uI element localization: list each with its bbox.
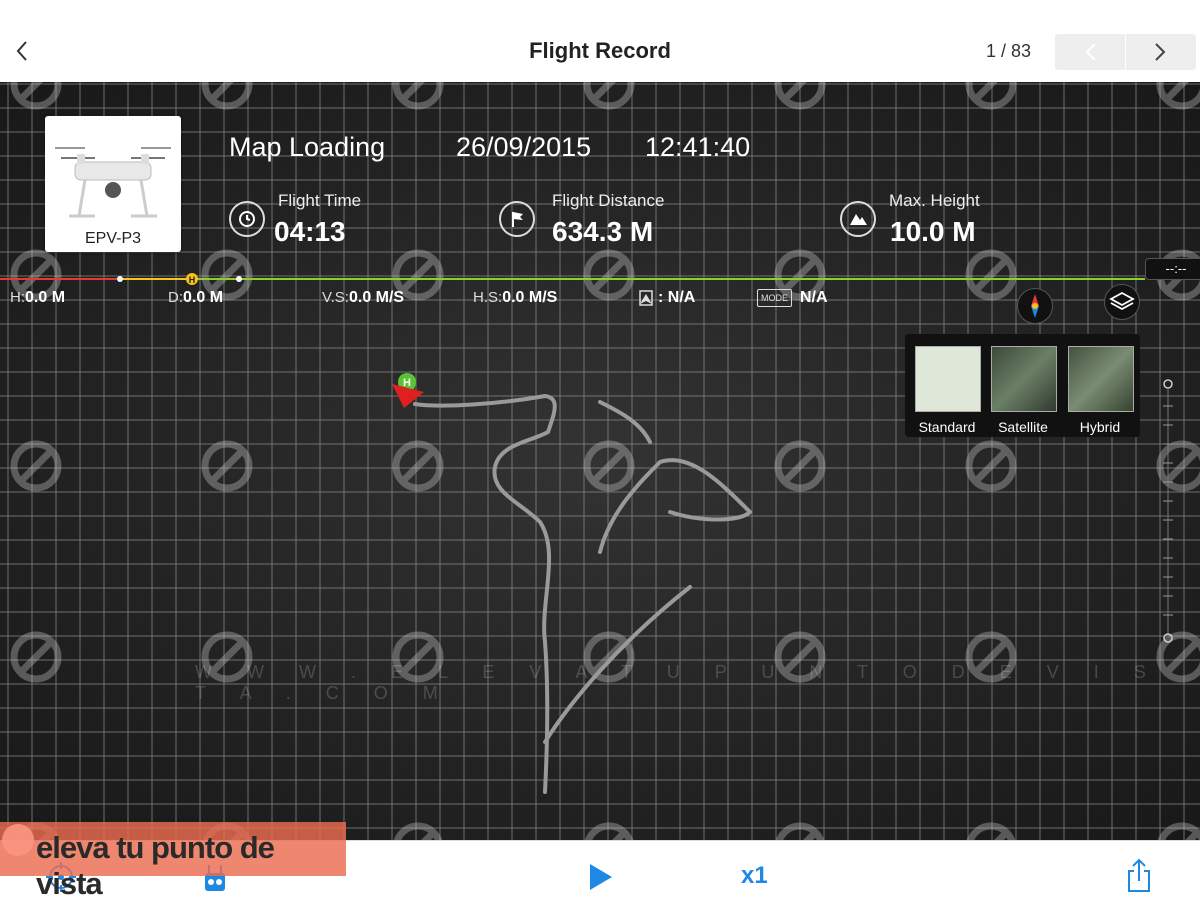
max-height-label: Max. Height xyxy=(889,191,980,210)
horizontal-speed-value: 0.0 M/S xyxy=(502,289,558,306)
playback-speed-button[interactable]: x1 xyxy=(741,862,768,890)
chevron-left-icon xyxy=(1085,43,1096,61)
telemetry-horizontal-speed: H.S:0.0 M/S xyxy=(473,289,557,307)
watermark-logo-text: eleva tu punto de vista xyxy=(36,830,275,901)
share-icon[interactable] xyxy=(1125,857,1153,893)
map-type-popup: Standard Satellite Hybrid xyxy=(905,334,1140,437)
record-nav xyxy=(1055,34,1196,70)
clock-icon xyxy=(229,201,265,237)
flight-distance-value: 634.3 M xyxy=(552,216,654,247)
map-layers-button[interactable] xyxy=(1104,284,1140,320)
mountain-icon xyxy=(840,201,876,237)
horizontal-speed-label: H.S: xyxy=(473,289,503,306)
distance-value: 0.0 M xyxy=(183,289,224,306)
map-type-hybrid-label: Hybrid xyxy=(1079,419,1121,435)
top-bar: Flight Record 1 / 83 xyxy=(0,0,1200,83)
flight-time-label: Flight Time xyxy=(278,191,362,210)
flight-distance-label: Flight Distance xyxy=(552,191,665,210)
telemetry-height: H:0.0 M xyxy=(10,289,65,307)
vertical-speed-label: V.S: xyxy=(322,289,349,306)
record-time: 12:41:40 xyxy=(645,132,751,162)
zoom-slider[interactable] xyxy=(1158,374,1178,644)
flight-path xyxy=(413,393,753,794)
gps-value: : N/A xyxy=(658,289,696,306)
max-height-value: 10.0 M xyxy=(890,216,976,247)
gps-icon xyxy=(639,290,653,306)
logo-dot xyxy=(2,824,34,856)
aircraft-model: EPV-P3 xyxy=(84,230,142,247)
map-type-standard[interactable] xyxy=(915,346,981,412)
telemetry-vertical-speed: V.S:0.0 M/S xyxy=(322,289,404,307)
distance-label: D: xyxy=(168,289,183,306)
compass-button[interactable] xyxy=(1017,288,1053,324)
flight-time-value: 04:13 xyxy=(274,216,346,247)
layers-icon xyxy=(1109,291,1135,311)
mode-value: N/A xyxy=(800,289,828,306)
vertical-speed-value: 0.0 M/S xyxy=(348,289,405,306)
flag-icon xyxy=(499,201,535,237)
watermark-logo: eleva tu punto de vista xyxy=(0,822,346,901)
map-type-standard-label: Standard xyxy=(918,419,976,435)
height-label: H: xyxy=(10,289,25,306)
map-type-satellite-label: Satellite xyxy=(998,419,1048,435)
map-status: Map Loading xyxy=(229,132,386,162)
telemetry-mode: MODE N/A xyxy=(757,289,828,308)
timeline-time: --:-- xyxy=(1145,258,1200,280)
play-button[interactable] xyxy=(588,863,614,891)
drone-image xyxy=(55,147,171,218)
height-value: 0.0 M xyxy=(25,289,66,306)
timeline-home-marker: H xyxy=(189,275,196,285)
previous-record-button[interactable] xyxy=(1055,34,1126,70)
mode-badge: MODE xyxy=(757,289,792,308)
telemetry-gps: : N/A xyxy=(638,289,695,307)
chevron-right-icon xyxy=(1155,43,1166,61)
compass-icon xyxy=(1031,294,1039,318)
record-pager: 1 / 83 xyxy=(986,41,1032,61)
next-record-button[interactable] xyxy=(1126,34,1196,70)
telemetry-distance: D:0.0 M xyxy=(168,289,223,307)
record-date: 26/09/2015 xyxy=(456,132,592,162)
watermark-url: W W W . E L E V A T U P U N T O D E V I … xyxy=(195,662,1161,703)
map-type-satellite[interactable] xyxy=(991,346,1057,412)
map-type-hybrid[interactable] xyxy=(1068,346,1134,412)
aircraft-card: EPV-P3 xyxy=(45,116,181,252)
